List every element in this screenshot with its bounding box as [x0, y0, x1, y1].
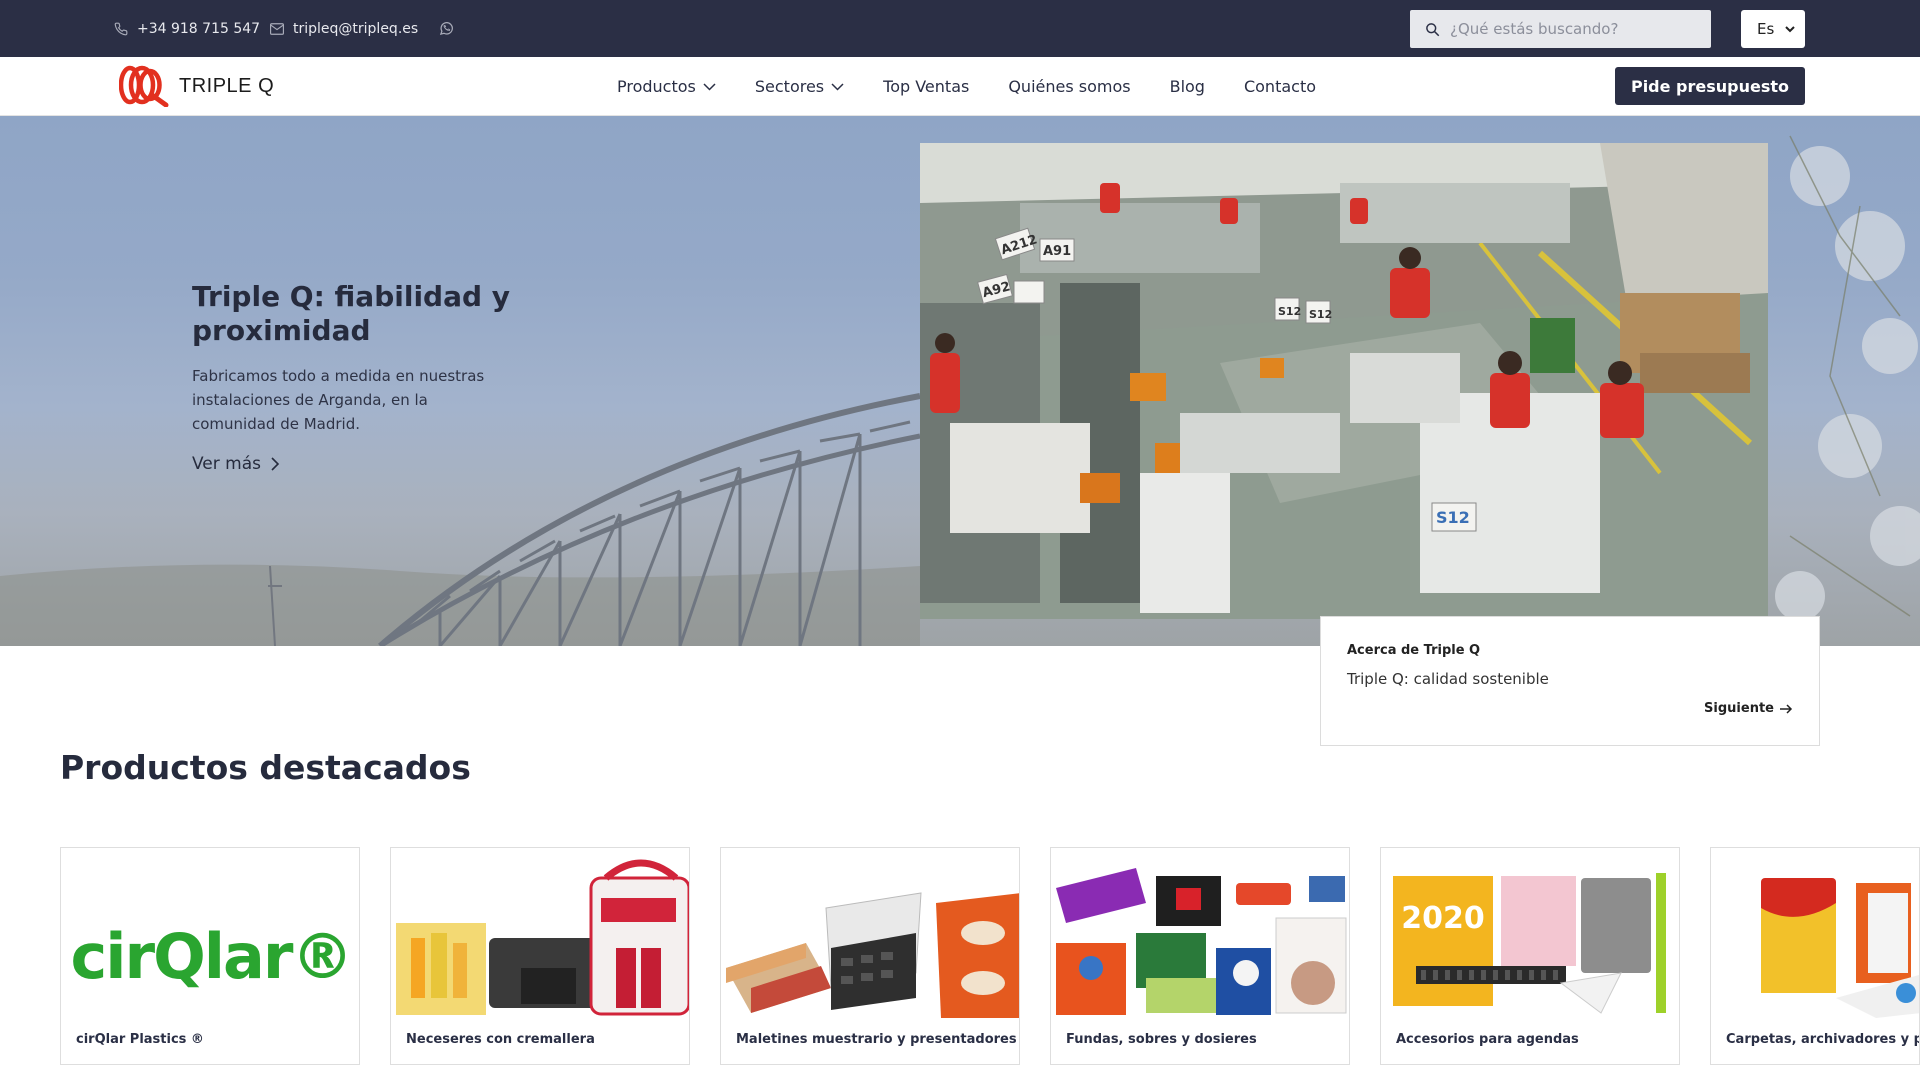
- nav-productos-label: Productos: [617, 77, 696, 96]
- hero-section: Triple Q: fiabilidad y proximidad Fabric…: [0, 116, 1920, 646]
- about-card: Acerca de Triple Q Triple Q: calidad sos…: [1320, 616, 1820, 746]
- agenda-cover-text: 2020: [1401, 901, 1485, 936]
- product-card-label: Fundas, sobres y dosieres: [1066, 1032, 1257, 1047]
- product-card[interactable]: Maletines muestrario y presentadores: [720, 847, 1020, 1065]
- search-input[interactable]: [1450, 20, 1690, 38]
- nav-blog[interactable]: Blog: [1170, 77, 1205, 96]
- product-card-label: Neceseres con cremallera: [406, 1032, 595, 1047]
- toiletry-bags-image: [396, 859, 689, 1016]
- product-card[interactable]: Fundas, sobres y dosieres: [1050, 847, 1350, 1065]
- email-link[interactable]: tripleq@tripleq.es: [270, 0, 418, 57]
- hero-more-label: Ver más: [192, 454, 261, 474]
- nav-links: Productos Sectores Top Ventas Quiénes so…: [617, 57, 1355, 116]
- next-slide-label: Siguiente: [1704, 701, 1774, 716]
- email-address: tripleq@tripleq.es: [293, 20, 419, 37]
- main-navbar: TRIPLE Q Productos Sectores Top Ventas Q…: [0, 57, 1920, 116]
- brand-name: TRIPLE Q: [179, 74, 275, 97]
- nav-sectores-label: Sectores: [754, 77, 825, 96]
- hero-title: Triple Q: fiabilidad y proximidad: [192, 280, 511, 347]
- search-icon: [1426, 22, 1440, 36]
- video-sign-label: S12: [1309, 308, 1332, 321]
- chevron-right-icon: [271, 457, 280, 471]
- product-card[interactable]: Neceseres con cremallera: [390, 847, 690, 1065]
- quote-button[interactable]: Pide presupuesto: [1615, 67, 1805, 105]
- chevron-down-icon: [1785, 25, 1795, 32]
- language-value: Es: [1757, 20, 1775, 38]
- nav-top-ventas[interactable]: Top Ventas: [883, 77, 969, 96]
- nav-contacto[interactable]: Contacto: [1244, 77, 1316, 96]
- product-card-label: cirQlar Plastics ®: [76, 1032, 204, 1047]
- featured-products-title: Productos destacados: [60, 748, 471, 787]
- agenda-accessories-image: 2020: [1393, 873, 1666, 1014]
- whatsapp-link[interactable]: [439, 0, 463, 57]
- next-slide-button[interactable]: Siguiente: [1704, 701, 1793, 716]
- video-sign-label: A91: [1043, 244, 1071, 259]
- phone-link[interactable]: +34 918 715 547: [114, 0, 260, 57]
- folders-envelopes-image: [1056, 868, 1347, 1015]
- language-select[interactable]: Es: [1741, 10, 1805, 48]
- top-bar: +34 918 715 547 tripleq@tripleq.es Es: [0, 0, 1920, 57]
- chevron-down-icon: [831, 82, 844, 91]
- video-sign-label: S12: [1278, 305, 1301, 318]
- sample-cases-image: [726, 892, 1019, 1018]
- about-title: Triple Q: calidad sostenible: [1347, 670, 1549, 688]
- arrow-right-icon: [1780, 703, 1793, 714]
- product-card-label: Carpetas, archivadores y po: [1726, 1032, 1920, 1047]
- mail-icon: [270, 22, 284, 35]
- nav-quienes-somos[interactable]: Quiénes somos: [1008, 77, 1130, 96]
- nav-sectores[interactable]: Sectores: [755, 77, 844, 96]
- cirqlar-logo-image: cirQlar®: [71, 920, 354, 993]
- phone-number: +34 918 715 547: [137, 20, 261, 37]
- nav-productos[interactable]: Productos: [617, 77, 716, 96]
- folders-binders-image: [1761, 878, 1919, 1018]
- about-label: Acerca de Triple Q: [1347, 643, 1481, 658]
- product-card[interactable]: Carpetas, archivadores y po: [1710, 847, 1920, 1065]
- hero-more-link[interactable]: Ver más: [192, 454, 280, 474]
- cirqlar-logo-text: cirQlar®: [71, 920, 352, 993]
- phone-icon: [114, 22, 128, 35]
- product-card-label: Maletines muestrario y presentadores: [736, 1032, 1017, 1047]
- product-card[interactable]: cirQlar® cirQlar Plastics ®: [60, 847, 360, 1065]
- factory-video[interactable]: A212 A91 A92 S12 S12 S12: [920, 143, 1768, 619]
- logo[interactable]: TRIPLE Q: [119, 65, 274, 107]
- whatsapp-icon: [439, 22, 453, 36]
- search-box[interactable]: [1410, 10, 1711, 48]
- video-sign-label: S12: [1436, 508, 1470, 527]
- product-card-label: Accesorios para agendas: [1396, 1032, 1579, 1047]
- hero-description: Fabricamos todo a medida en nuestras ins…: [192, 367, 485, 433]
- chevron-down-icon: [703, 82, 716, 91]
- product-card[interactable]: 2020 Accesorios para agendas: [1380, 847, 1680, 1065]
- factory-video-frame: A212 A91 A92 S12 S12 S12: [920, 143, 1768, 619]
- triple-q-logo-icon: [119, 65, 169, 107]
